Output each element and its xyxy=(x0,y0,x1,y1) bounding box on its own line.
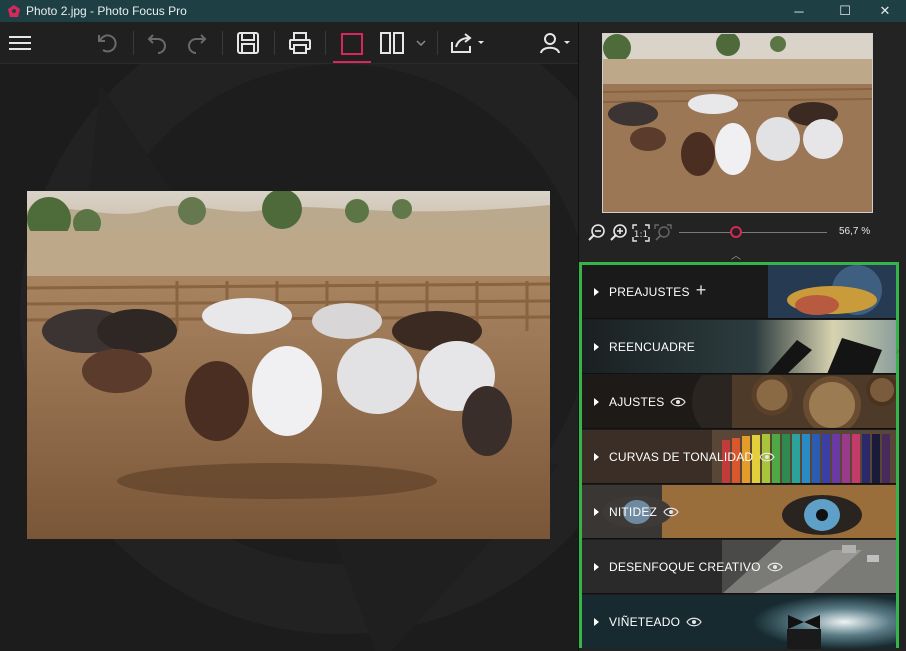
split-view-dropdown[interactable] xyxy=(413,28,429,58)
expand-arrow-icon xyxy=(594,452,599,461)
actual-size-icon: 1:1 xyxy=(632,224,650,242)
save-button[interactable] xyxy=(233,28,263,58)
account-button[interactable] xyxy=(538,28,574,58)
section-label: NITIDEZ xyxy=(609,504,658,519)
adjustment-sections-panel: PREAJUSTES + REENCUADRE AJUSTES CURVAS D… xyxy=(579,262,899,649)
toolbar-separator xyxy=(274,31,275,55)
toolbar-separator xyxy=(222,31,223,55)
plus-icon[interactable]: + xyxy=(696,280,707,301)
close-button[interactable]: ✕ xyxy=(862,0,906,22)
menu-icon xyxy=(9,36,31,50)
app-logo-icon xyxy=(8,5,20,17)
window-title: Photo 2.jpg - Photo Focus Pro xyxy=(26,4,187,18)
single-view-button[interactable] xyxy=(333,26,371,63)
expand-arrow-icon xyxy=(594,342,599,351)
toolbar-separator xyxy=(133,31,134,55)
section-nitidez[interactable]: NITIDEZ xyxy=(582,485,896,539)
chevron-down-icon xyxy=(416,40,426,46)
section-curvas-de-tonalidad[interactable]: CURVAS DE TONALIDAD xyxy=(582,430,896,484)
section-vineteado[interactable]: VIÑETEADO xyxy=(582,595,896,649)
expand-arrow-icon xyxy=(594,562,599,571)
section-label: DESENFOQUE CREATIVO xyxy=(609,559,761,574)
fit-zoom-icon xyxy=(654,224,672,241)
redo-icon xyxy=(188,34,207,54)
toolbar xyxy=(0,22,578,64)
minimize-button[interactable]: ─ xyxy=(776,0,822,22)
save-icon xyxy=(237,32,259,54)
section-preajustes[interactable]: PREAJUSTES + xyxy=(582,265,896,319)
eye-icon[interactable] xyxy=(670,397,687,407)
print-button[interactable] xyxy=(285,28,315,58)
image-canvas[interactable] xyxy=(0,64,578,651)
title-bar: Photo 2.jpg - Photo Focus Pro ─ ☐ ✕ xyxy=(0,0,906,22)
undo-all-button[interactable] xyxy=(92,28,122,58)
account-icon xyxy=(540,33,570,54)
zoom-percentage: 56,7 % xyxy=(839,226,871,237)
section-label: REENCUADRE xyxy=(609,339,696,354)
undo-icon xyxy=(147,34,166,54)
expand-arrow-icon xyxy=(594,287,599,296)
zoom-out-icon xyxy=(588,224,605,241)
collapse-navigator-icon[interactable]: ︿ xyxy=(731,247,741,262)
actual-size-button[interactable]: 1:1 xyxy=(631,223,651,243)
toolbar-separator xyxy=(437,31,438,55)
section-label: AJUSTES xyxy=(609,394,665,409)
navigator-thumbnail[interactable] xyxy=(602,33,873,213)
section-label: PREAJUSTES xyxy=(609,284,690,299)
photo-focus-app: Photo 2.jpg - Photo Focus Pro ─ ☐ ✕ 1:1 … xyxy=(0,0,906,651)
zoom-in-icon xyxy=(610,224,627,241)
share-icon xyxy=(451,33,484,53)
svg-text:1:1: 1:1 xyxy=(634,230,648,240)
zoom-slider[interactable] xyxy=(679,232,827,233)
right-panel: 1:1 56,7 % ︿ PREAJUSTES + REENCUADRE AJU… xyxy=(578,22,906,651)
section-desenfoque-creativo[interactable]: DESENFOQUE CREATIVO xyxy=(582,540,896,594)
fit-to-window-button[interactable] xyxy=(653,223,673,243)
panel-expand-chevron-icon[interactable]: › xyxy=(896,346,899,357)
expand-arrow-icon xyxy=(594,507,599,516)
split-view-icon xyxy=(380,32,404,54)
section-ajustes[interactable]: AJUSTES xyxy=(582,375,896,429)
eye-icon[interactable] xyxy=(766,562,783,572)
eye-icon[interactable] xyxy=(686,617,702,627)
print-icon xyxy=(289,32,311,54)
zoom-controls: 1:1 56,7 % xyxy=(587,221,887,245)
zoom-slider-handle[interactable] xyxy=(729,226,742,238)
section-label: VIÑETEADO xyxy=(609,615,681,629)
share-button[interactable] xyxy=(447,28,487,58)
redo-button[interactable] xyxy=(182,28,212,58)
zoom-in-button[interactable] xyxy=(609,223,629,243)
zoom-out-button[interactable] xyxy=(587,223,607,243)
expand-arrow-icon xyxy=(594,397,599,406)
undo-button[interactable] xyxy=(142,28,172,58)
eye-icon[interactable] xyxy=(759,452,775,462)
undo-all-icon xyxy=(98,34,117,53)
section-reencuadre[interactable]: REENCUADRE xyxy=(582,320,896,374)
single-view-icon xyxy=(341,32,363,55)
main-photo xyxy=(27,191,550,539)
section-label: CURVAS DE TONALIDAD xyxy=(609,449,754,464)
expand-arrow-icon xyxy=(594,618,599,626)
menu-button[interactable] xyxy=(6,28,34,58)
toolbar-separator xyxy=(325,31,326,55)
eye-icon[interactable] xyxy=(663,507,679,517)
split-view-button[interactable] xyxy=(377,28,407,58)
